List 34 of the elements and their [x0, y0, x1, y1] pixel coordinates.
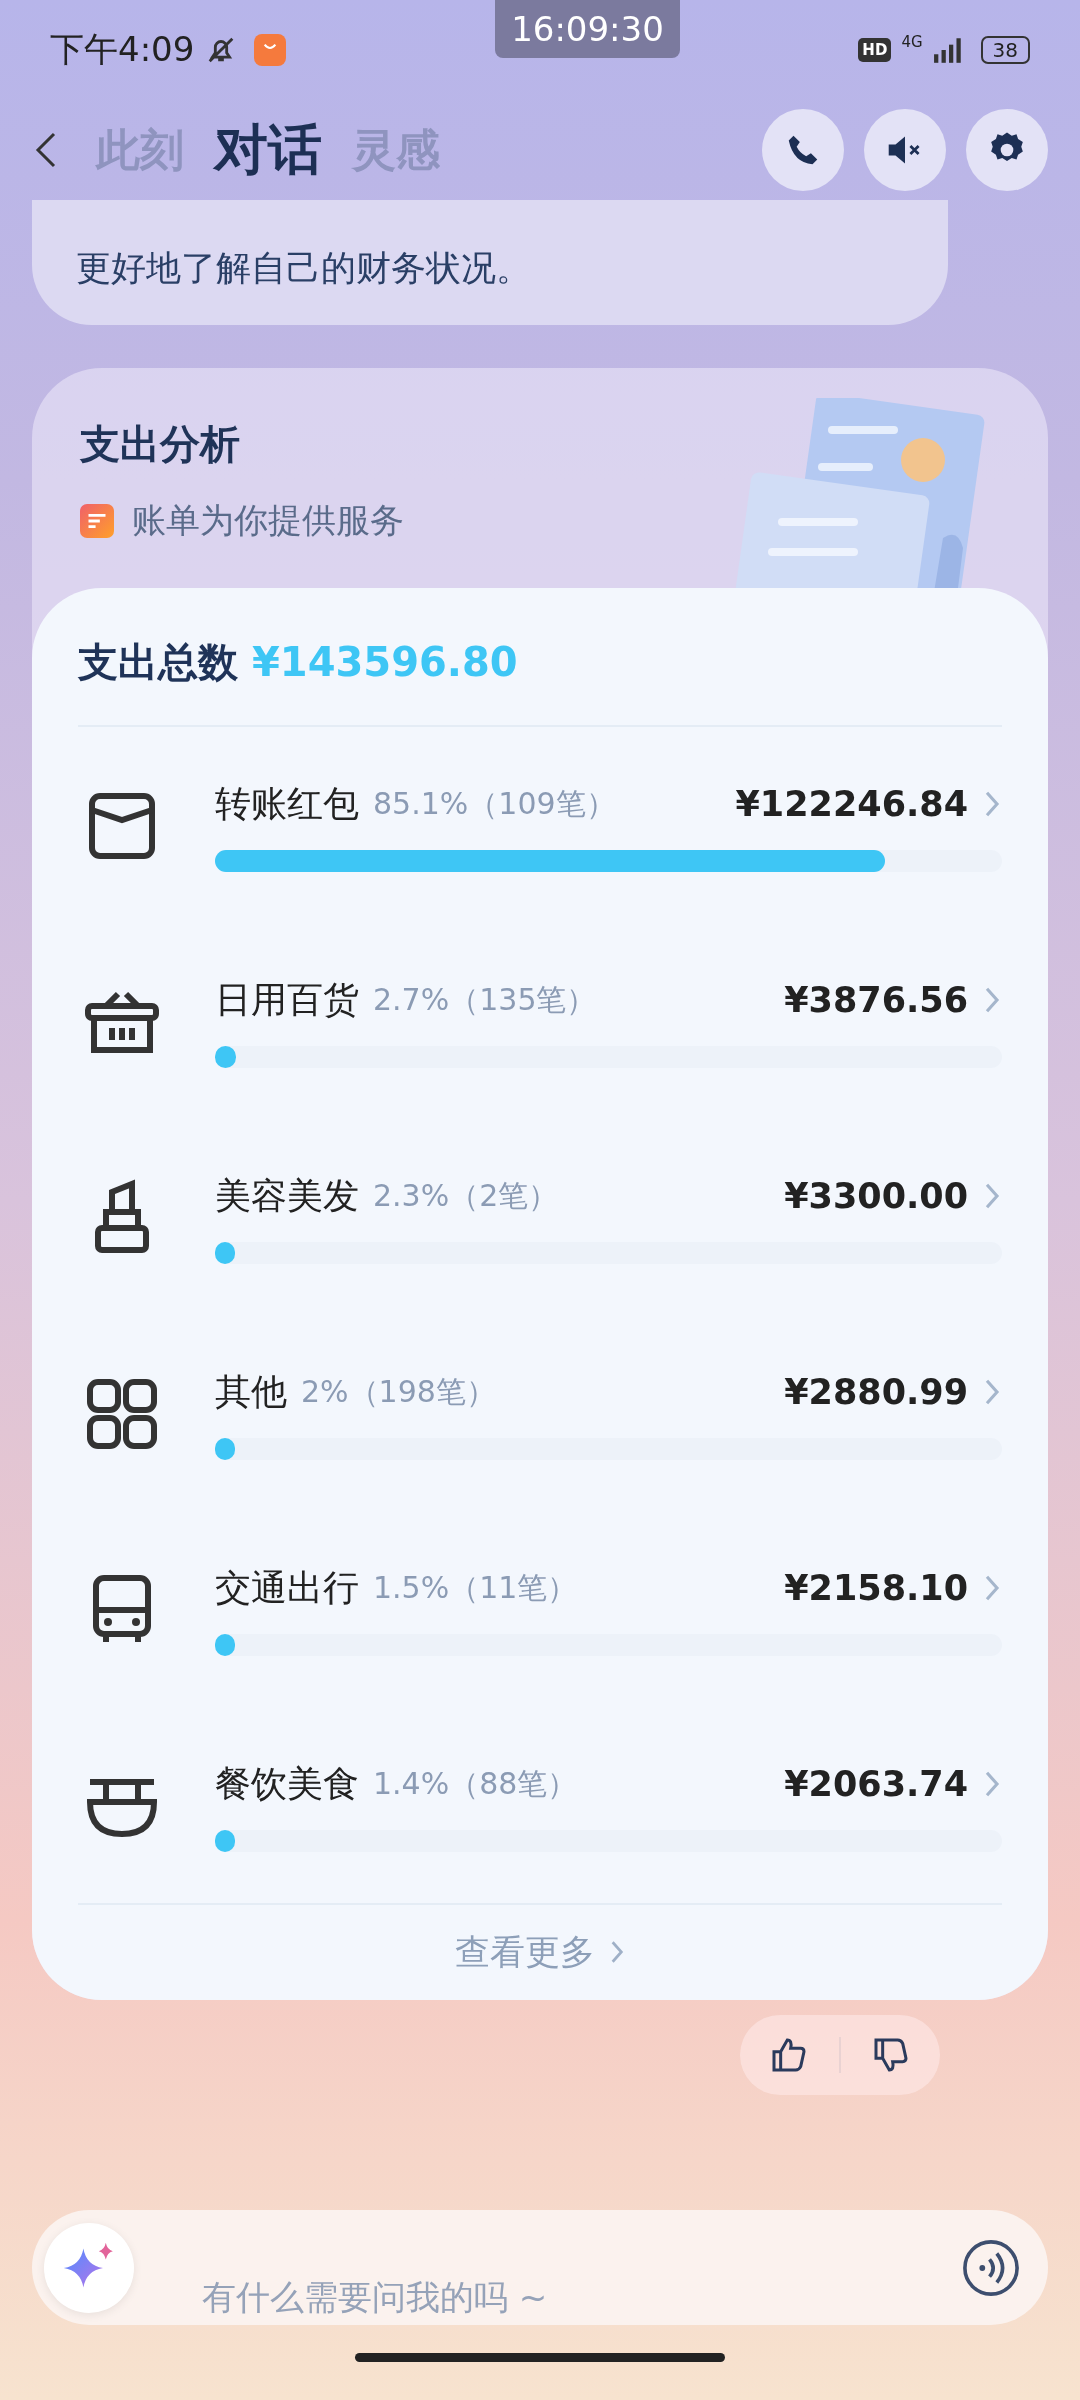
message-text: 更好地了解自己的财务状况。: [76, 247, 532, 290]
hd-badge: HD: [858, 38, 892, 62]
category-name: 转账红包: [215, 782, 359, 826]
category-amount[interactable]: ¥2158.10: [784, 1563, 968, 1613]
category-share: 2.3%（2笔）: [373, 1177, 559, 1215]
status-time: 下午4:09: [50, 28, 195, 71]
category-share: 85.1%（109笔）: [373, 785, 616, 823]
clock-pill: 16:09:30: [495, 0, 680, 58]
category-name: 餐饮美食: [215, 1762, 359, 1806]
category-share: 1.5%（11笔）: [373, 1569, 578, 1607]
category-share: 1.4%（88笔）: [373, 1765, 578, 1803]
category-name: 交通出行: [215, 1566, 359, 1610]
category-name: 日用百货: [215, 978, 359, 1022]
category-amount[interactable]: ¥3876.56: [784, 975, 968, 1025]
category-amount[interactable]: ¥2063.74: [784, 1759, 968, 1809]
category-share: 2.7%（135笔）: [373, 981, 597, 1019]
category-name: 美容美发: [215, 1174, 359, 1218]
battery-indicator: 38: [980, 36, 1030, 64]
total-amount: ¥143596.80: [252, 638, 518, 687]
category-name: 其他: [215, 1370, 287, 1414]
chevron-right-icon: [609, 1939, 625, 1965]
category-amount[interactable]: ¥122246.84: [735, 779, 968, 829]
nav-tab[interactable]: 对话: [214, 113, 322, 187]
total-label: 支出总数: [78, 638, 238, 687]
back-icon[interactable]: [34, 130, 58, 170]
bill-app-icon: [80, 504, 114, 538]
card-title: 支出分析: [80, 420, 241, 469]
voice-icon[interactable]: [962, 2238, 1020, 2297]
app-icon: [254, 34, 287, 66]
source-label: 账单为你提供服务: [132, 499, 404, 542]
network-label: 4G: [901, 33, 923, 51]
category-share: 2%（198笔）: [301, 1373, 496, 1411]
category-amount[interactable]: ¥3300.00: [784, 1171, 968, 1221]
category-amount[interactable]: ¥2880.99: [784, 1367, 968, 1417]
